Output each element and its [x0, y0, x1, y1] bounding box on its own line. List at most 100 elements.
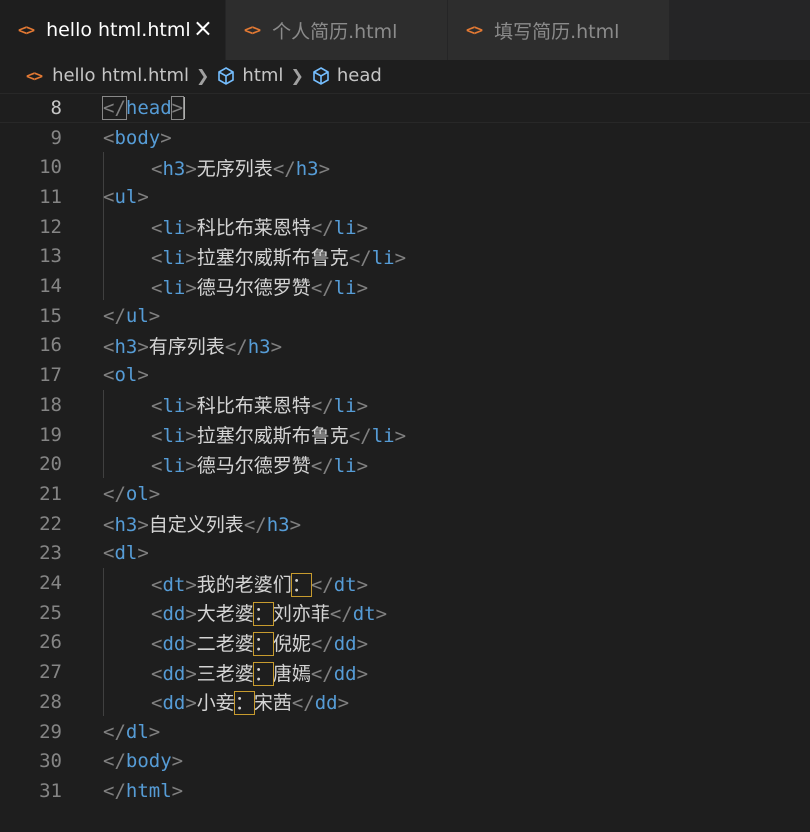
highlighted-colon: ： [252, 631, 274, 656]
line-number: 10 [39, 156, 62, 179]
line-number: 11 [39, 185, 62, 208]
code-line[interactable]: 15 </ul> [0, 301, 810, 331]
code-line[interactable]: 23 <dl> [0, 539, 810, 569]
tag-bracket: < [103, 126, 115, 149]
code-line[interactable]: 18 <li>科比布莱恩特</li> [0, 390, 810, 420]
tag-bracket: > [356, 662, 369, 685]
breadcrumb-file[interactable]: <> hello html.html [26, 65, 189, 86]
code-text: <li>德马尔德罗赞</li> [151, 451, 368, 478]
tag-bracket: </ [224, 335, 248, 358]
code-editor[interactable]: 8 </head> 9 <body> 10 <h3>无序列表</h3> 11 <ul> 12 <l… [0, 93, 810, 832]
tag-bracket: > [137, 364, 149, 387]
line-number: 9 [50, 126, 62, 149]
code-line[interactable]: 8 </head> [0, 93, 810, 123]
text-content: 小妾 [196, 692, 235, 715]
tag-bracket: < [151, 632, 163, 655]
tag-name: li [162, 425, 186, 448]
text-content: 自定义列表 [148, 514, 244, 537]
tag-name: li [333, 454, 357, 477]
tag-bracket: </ [348, 425, 372, 448]
tag-name: li [371, 246, 395, 269]
breadcrumb-html[interactable]: html [216, 65, 283, 86]
tag-name: li [162, 454, 186, 477]
code-line[interactable]: 13 <li>拉塞尔威斯布鲁克</li> [0, 242, 810, 272]
breadcrumb-head[interactable]: head [311, 65, 382, 86]
line-number: 25 [39, 601, 62, 624]
tab-label: hello html.html [46, 19, 191, 41]
tag-bracket: > [185, 692, 197, 715]
tag-bracket: > [185, 246, 197, 269]
text-content: 倪妮 [272, 632, 311, 655]
code-line[interactable]: 9 <body> [0, 123, 810, 153]
code-line[interactable]: 16 <h3>有序列表</h3> [0, 331, 810, 361]
tag-bracket: > [185, 217, 197, 240]
text-content: 拉塞尔威斯布鲁克 [196, 425, 349, 448]
breadcrumb-html-label: html [242, 65, 284, 86]
tab-resume-html[interactable]: <> 个人简历.html [226, 0, 448, 60]
tag-name: h3 [295, 157, 319, 180]
code-line[interactable]: 22 <h3>自定义列表</h3> [0, 509, 810, 539]
code-line[interactable]: 19 <li>拉塞尔威斯布鲁克</li> [0, 420, 810, 450]
code-line[interactable]: 14 <li>德马尔德罗赞</li> [0, 271, 810, 301]
line-number: 14 [39, 275, 62, 298]
chevron-right-icon: ❯ [196, 66, 210, 85]
code-line[interactable]: 31 </html> [0, 776, 810, 806]
tab-bar: <> hello html.html × <> 个人简历.html <> 填写简… [0, 0, 810, 60]
tag-name: li [162, 217, 186, 240]
close-icon[interactable]: × [193, 14, 213, 42]
tag-bracket: </ [310, 217, 334, 240]
tag-bracket: </ [310, 662, 334, 685]
code-text: <dd>三老婆：唐嫣</dd> [151, 659, 368, 686]
tag-name: h3 [247, 335, 271, 358]
code-file-icon: <> [244, 21, 261, 39]
code-line[interactable]: 17 <ol> [0, 360, 810, 390]
text-content: 科比布莱恩特 [196, 395, 311, 418]
code-line[interactable]: 10 <h3>无序列表</h3> [0, 152, 810, 182]
text-content: 二老婆 [196, 632, 254, 655]
tag-bracket: < [151, 662, 163, 685]
code-text: <h3>无序列表</h3> [151, 154, 330, 181]
text-content: 三老婆 [196, 662, 254, 685]
tag-bracket: </ [329, 603, 353, 626]
tab-hello-html[interactable]: <> hello html.html × [0, 0, 226, 60]
code-line[interactable]: 12 <li>科比布莱恩特</li> [0, 212, 810, 242]
tag-bracket: > [356, 395, 369, 418]
code-line[interactable]: 21 </ol> [0, 479, 810, 509]
tag-bracket: </ [103, 720, 126, 743]
tag-bracket: </ [243, 514, 267, 537]
code-line[interactable]: 27 <dd>三老婆：唐嫣</dd> [0, 657, 810, 687]
code-line[interactable]: 29 </dl> [0, 717, 810, 747]
text-content: 德马尔德罗赞 [196, 454, 311, 477]
symbol-field-icon [218, 66, 235, 85]
code-line[interactable]: 20 <li>德马尔德罗赞</li> [0, 449, 810, 479]
code-line[interactable]: 30 </body> [0, 746, 810, 776]
tag-name: dt [352, 603, 376, 626]
text-content: 科比布莱恩特 [196, 217, 311, 240]
tag-bracket: > [394, 246, 407, 269]
line-number: 12 [39, 215, 62, 238]
tag-name: li [333, 217, 357, 240]
tag-bracket: </ [103, 779, 126, 802]
line-number: 28 [39, 690, 62, 713]
line-number: 24 [39, 572, 62, 595]
tab-fill-resume-html[interactable]: <> 填写简历.html [448, 0, 670, 60]
code-line[interactable]: 25 <dd>大老婆：刘亦菲</dt> [0, 598, 810, 628]
tag-bracket: > [356, 454, 369, 477]
breadcrumb-file-label: hello html.html [52, 65, 190, 86]
line-number: 29 [39, 720, 62, 743]
tag-name: li [371, 425, 395, 448]
line-number: 26 [39, 631, 62, 654]
tag-bracket: > [170, 95, 185, 120]
code-text: </html> [103, 780, 183, 802]
code-line[interactable]: 11 <ul> [0, 182, 810, 212]
code-line[interactable]: 24 <dt>我的老婆们：</dt> [0, 568, 810, 598]
text-cursor [183, 97, 186, 120]
tag-bracket: < [151, 692, 163, 715]
tag-bracket: > [394, 425, 407, 448]
tag-name: dd [162, 632, 186, 655]
tag-bracket: < [151, 276, 163, 299]
code-line[interactable]: 26 <dd>二老婆：倪妮</dd> [0, 628, 810, 658]
tag-name: dd [314, 692, 338, 715]
code-line[interactable]: 28 <dd>小妾：宋茜</dd> [0, 687, 810, 717]
highlighted-colon: ： [290, 572, 312, 597]
